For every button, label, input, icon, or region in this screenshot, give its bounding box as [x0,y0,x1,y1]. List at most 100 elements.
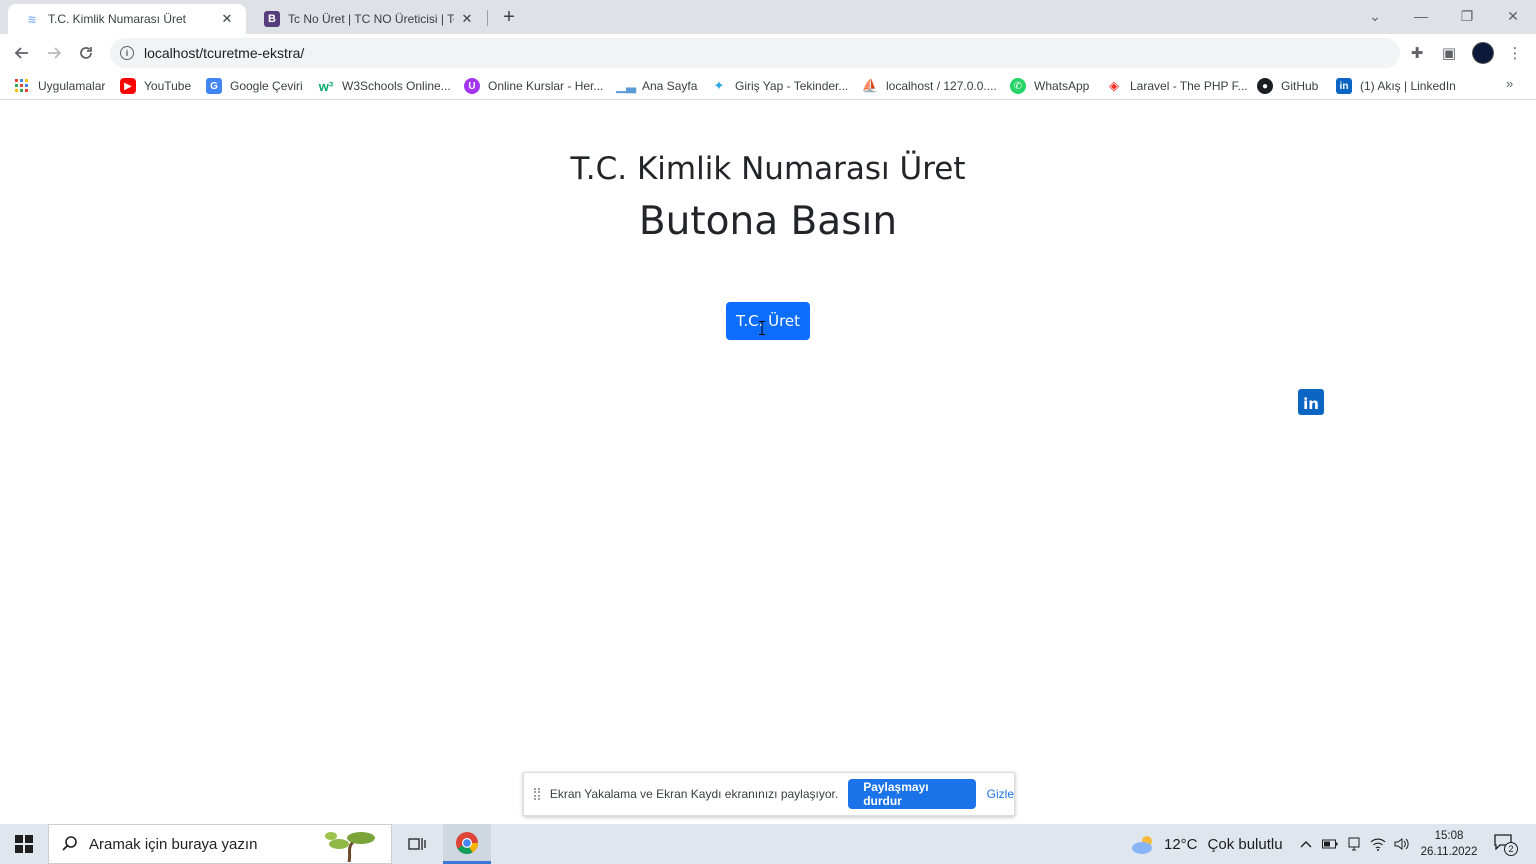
menu-kebab-icon[interactable]: ⋮ [1504,42,1526,64]
chart-icon: ▁▃ [616,78,636,93]
bookmark-label: WhatsApp [1034,79,1090,93]
tab-separator [487,10,488,26]
bookmark-label: Ana Sayfa [642,79,698,93]
github-icon: ● [1257,78,1273,94]
page-subtitle: Butona Basın [638,199,898,244]
bookmark-phpmyadmin[interactable]: ⛵ localhost / 127.0.0.... [862,77,997,95]
clock-time: 15:08 [1434,830,1464,842]
bookmark-label: Laravel - The PHP F... [1130,79,1248,93]
site-info-icon[interactable]: i [120,46,134,60]
tab-active[interactable]: ≋ T.C. Kimlik Numarası Üret ✕ [8,4,246,34]
taskbar-search[interactable]: Aramak için buraya yazın [48,824,392,864]
address-bar[interactable]: i localhost/tcuretme-ekstra/ [110,38,1400,68]
page-favicon-icon: ≋ [27,13,37,26]
page-title: T.C. Kimlik Numarası Üret [570,151,966,187]
close-tab-icon[interactable]: ✕ [218,10,236,28]
back-button[interactable] [9,40,35,66]
bookmark-label: Online Kurslar - Her... [488,79,604,93]
weather-widget[interactable]: 12°C Çok bulutlu [1130,824,1283,864]
battery-icon[interactable] [1320,824,1340,864]
linkedin-icon: in [1336,78,1352,94]
search-placeholder: Aramak için buraya yazın [89,835,258,853]
hide-share-bar-button[interactable]: Gizle [987,787,1014,801]
weather-temp: 12°C [1164,835,1198,853]
bookmark-google-translate[interactable]: G Google Çeviri [206,77,303,95]
close-window-button[interactable]: ✕ [1490,0,1536,32]
bookmark-whatsapp[interactable]: ✆ WhatsApp [1010,77,1089,95]
apps-grid-icon [14,78,30,94]
bookmark-udemy[interactable]: U Online Kurslar - Her... [464,77,603,95]
wifi-icon[interactable] [1368,824,1388,864]
back-arrow-icon [14,47,28,59]
chevron-up-icon[interactable] [1296,824,1316,864]
bookmark-github[interactable]: ● GitHub [1257,77,1318,95]
clock[interactable]: 15:08 26.11.2022 [1414,828,1484,860]
chrome-icon [456,831,478,854]
weather-desc: Çok bulutlu [1207,835,1283,853]
windows-taskbar: Aramak için buraya yazın 12°C Çok bulutl… [0,824,1536,864]
profile-avatar[interactable] [1472,42,1494,64]
chrome-taskbar-button[interactable] [443,824,491,864]
bookmark-label: GitHub [1281,79,1319,93]
bookmark-label: Uygulamalar [38,79,106,93]
address-text: localhost/tcuretme-ekstra/ [144,45,305,61]
youtube-icon: ▶ [120,78,136,94]
tab-search-icon[interactable]: ⌄ [1352,0,1398,32]
reload-icon [80,47,92,59]
bookmark-apps[interactable]: Uygulamalar [14,77,105,95]
more-bookmarks-button[interactable]: » [1506,76,1513,91]
drag-handle-icon[interactable] [534,788,540,800]
generate-tc-button[interactable]: T.C. Üret [726,302,810,340]
search-icon [62,836,77,851]
windows-logo-icon [15,835,33,853]
forward-arrow-icon [48,47,62,59]
whatsapp-icon: ✆ [1010,78,1026,94]
text-cursor-icon [759,321,765,335]
bookmark-label: W3Schools Online... [342,79,451,93]
share-message: Ekran Yakalama ve Ekran Kaydı ekranınızı… [549,787,839,801]
tab-title: T.C. Kimlik Numarası Üret [48,12,187,26]
bookmark-ana-sayfa[interactable]: ▁▃ Ana Sayfa [616,77,698,95]
page-content: T.C. Kimlik Numarası Üret Butona Basın T… [0,101,1536,822]
udemy-icon: U [464,78,480,94]
bookmark-label: YouTube [144,79,192,93]
restore-button[interactable]: ❐ [1444,0,1490,32]
extensions-icon[interactable]: ✚ [1406,42,1428,64]
bookmark-laravel[interactable]: ◈ Laravel - The PHP F... [1106,77,1248,95]
device-icon[interactable] [1344,824,1364,864]
volume-icon[interactable] [1392,824,1412,864]
start-button[interactable] [0,824,48,864]
bookmark-linkedin[interactable]: in (1) Akış | LinkedIn [1336,77,1456,95]
bookmarks-bar: Uygulamalar ▶ YouTube G Google Çeviri w³… [0,72,1536,100]
google-translate-icon: G [206,78,222,94]
bookmark-label: localhost / 127.0.0.... [886,79,997,93]
new-tab-button[interactable]: + [498,7,520,29]
bookmark-w3schools[interactable]: w³ W3Schools Online... [318,77,451,95]
side-panel-icon[interactable]: ▣ [1438,42,1460,64]
stop-sharing-button[interactable]: Paylaşmayı durdur [848,779,976,809]
bookmark-youtube[interactable]: ▶ YouTube [120,77,191,95]
close-tab-icon[interactable]: ✕ [458,10,476,28]
minimize-button[interactable]: — [1398,0,1444,32]
notification-badge: 2 [1504,842,1518,856]
reload-button[interactable] [73,40,99,66]
task-view-icon[interactable] [402,824,432,864]
bookmark-label: Google Çeviri [230,79,303,93]
w3schools-icon: w³ [318,78,334,94]
tab-title: Tc No Üret | TC NO Üreticisi | Tc [288,12,454,26]
notification-center-icon[interactable]: 2 [1494,834,1518,856]
bonsai-tree-icon [325,832,375,862]
tab-inactive[interactable]: B Tc No Üret | TC NO Üreticisi | Tc ✕ [248,4,486,34]
bootstrap-icon: B [264,11,280,27]
person-icon: ✦ [713,78,725,93]
screen-share-bar: Ekran Yakalama ve Ekran Kaydı ekranınızı… [523,772,1015,816]
cloudy-weather-icon [1132,836,1152,854]
linkedin-link[interactable]: in [1298,389,1324,415]
laravel-icon: ◈ [1109,78,1119,93]
phpmyadmin-icon: ⛵ [861,78,879,93]
forward-button[interactable] [41,40,67,66]
bookmark-label: (1) Akış | LinkedIn [1360,79,1456,93]
bookmark-tekinder[interactable]: ✦ Giriş Yap - Tekinder... [711,77,849,95]
clock-date: 26.11.2022 [1420,846,1478,858]
tab-strip: ≋ T.C. Kimlik Numarası Üret ✕ B Tc No Ür… [0,0,1536,34]
